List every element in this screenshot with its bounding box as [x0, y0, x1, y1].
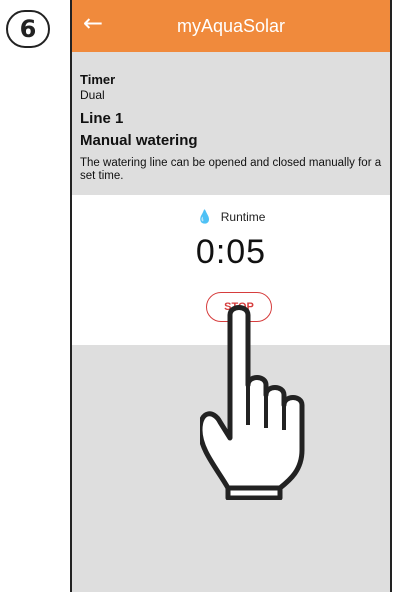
runtime-label: Runtime — [220, 210, 266, 225]
mode-description: The watering line can be opened and clos… — [80, 157, 382, 183]
app-title: myAquaSolar — [176, 15, 286, 36]
step-number-badge: 6 — [6, 10, 50, 48]
mode-title: Manual watering — [80, 132, 198, 149]
line-title: Line 1 — [80, 110, 124, 127]
runtime-row: 💧 Runtime — [72, 209, 390, 225]
timer-label: Timer — [80, 72, 116, 87]
runtime-value: 0:05 — [195, 233, 267, 272]
arrow-left-icon[interactable]: ← — [78, 8, 108, 38]
timer-value: Dual — [80, 88, 105, 102]
step-number: 6 — [19, 15, 37, 43]
phone-screen: ← myAquaSolar Timer Dual Line 1 Manual w… — [70, 0, 392, 592]
pointing-hand-icon — [200, 305, 305, 500]
water-drop-icon: 💧 — [196, 209, 213, 225]
line-info: Timer Dual Line 1 Manual watering The wa… — [72, 52, 390, 196]
app-bar: ← myAquaSolar — [72, 0, 390, 52]
